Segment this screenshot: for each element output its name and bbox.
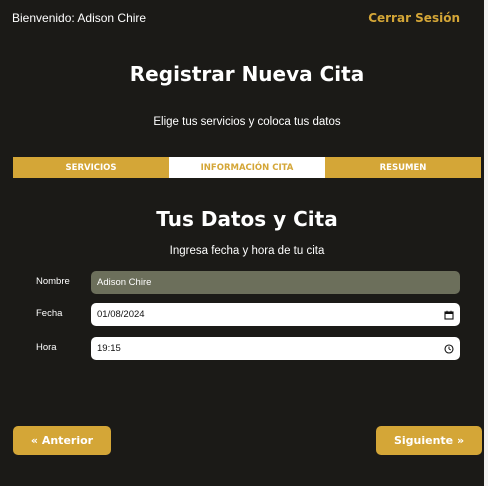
next-button[interactable]: Siguiente »	[376, 426, 482, 455]
date-value: 01/08/2024	[97, 309, 145, 320]
tab-resumen[interactable]: RESUMEN	[325, 157, 481, 178]
logout-link[interactable]: Cerrar Sesión	[368, 11, 460, 25]
name-label: Nombre	[36, 276, 70, 287]
page-subtitle: Elige tus servicios y coloca tus datos	[153, 116, 341, 128]
clock-icon[interactable]	[444, 343, 454, 354]
name-row: Nombre Adison Chire	[36, 271, 460, 294]
date-row: Fecha 01/08/2024	[36, 303, 460, 326]
time-row: Hora 19:15	[36, 337, 460, 360]
app-frame: Bienvenido: Adison Chire Cerrar Sesión R…	[0, 0, 484, 486]
page-title: Registrar Nueva Cita	[129, 62, 365, 86]
tab-informacion-cita[interactable]: INFORMACIÓN CITA	[169, 157, 325, 178]
top-bar: Bienvenido: Adison Chire Cerrar Sesión	[12, 11, 462, 27]
time-value: 19:15	[97, 343, 121, 354]
name-field[interactable]: Adison Chire	[91, 271, 460, 294]
step-tabs: SERVICIOS INFORMACIÓN CITA RESUMEN	[13, 157, 481, 178]
section-title: Tus Datos y Cita	[156, 207, 338, 231]
time-label: Hora	[36, 342, 57, 353]
calendar-icon[interactable]	[444, 310, 454, 320]
date-label: Fecha	[36, 308, 63, 319]
section-subtitle: Ingresa fecha y hora de tu cita	[169, 245, 325, 257]
name-value: Adison Chire	[97, 277, 152, 288]
window-edge	[484, 0, 488, 486]
previous-button[interactable]: « Anterior	[13, 426, 111, 455]
date-field[interactable]: 01/08/2024	[91, 303, 460, 326]
tab-servicios[interactable]: SERVICIOS	[13, 157, 169, 178]
welcome-text: Bienvenido: Adison Chire	[12, 11, 147, 25]
time-field[interactable]: 19:15	[91, 337, 460, 360]
